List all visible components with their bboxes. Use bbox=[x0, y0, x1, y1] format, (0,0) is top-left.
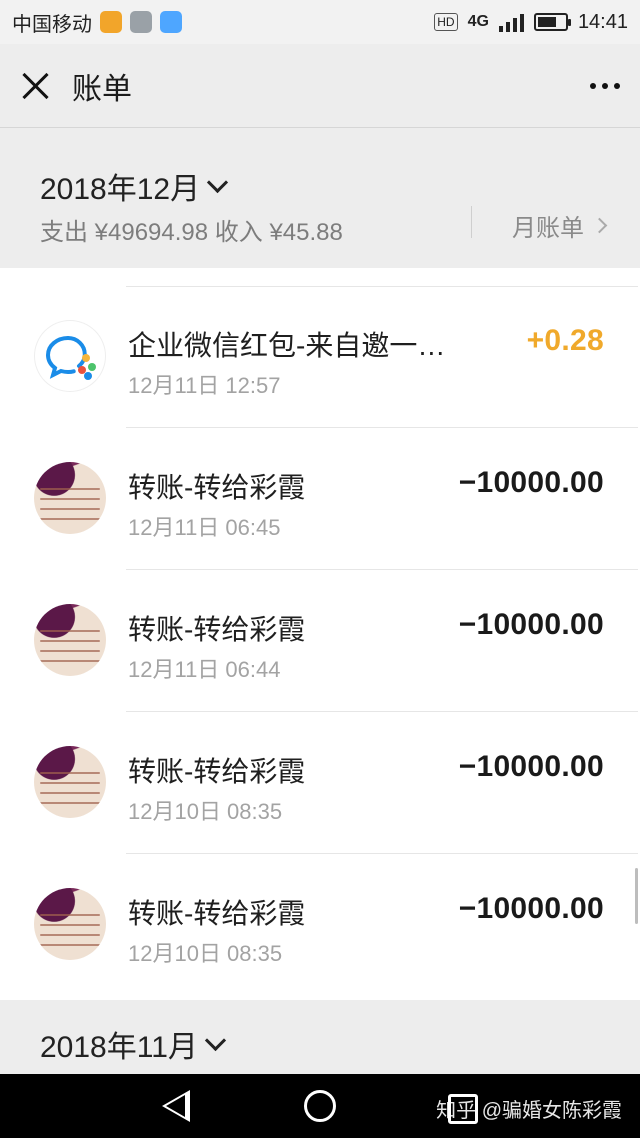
transaction-time: 12月11日 06:44 bbox=[128, 657, 281, 682]
page-title: 账单 bbox=[72, 72, 132, 106]
month-summary: 支出 ¥49694.98 收入 ¥45.88 bbox=[40, 219, 343, 246]
month-header: 2018年12月 支出 ¥49694.98 收入 ¥45.88 月账单 bbox=[0, 128, 640, 268]
transaction-amount: −10000.00 bbox=[458, 892, 604, 925]
hd-indicator: HD bbox=[434, 13, 458, 31]
app-icon bbox=[100, 11, 122, 33]
network-type: 4G bbox=[467, 13, 489, 30]
transaction-title: 转账-转给彩霞 bbox=[128, 898, 306, 929]
system-nav-bar: 知乎 @骗婚女陈彩霞 bbox=[0, 1074, 640, 1138]
scrollbar[interactable] bbox=[635, 868, 638, 924]
monthly-bill-link[interactable]: 月账单 bbox=[512, 208, 608, 243]
signal-icon bbox=[498, 12, 524, 32]
monthly-bill-label: 月账单 bbox=[512, 215, 584, 242]
month-label: 2018年12月 bbox=[40, 173, 201, 206]
clock: 14:41 bbox=[577, 10, 628, 33]
month-header: 2018年11月 bbox=[0, 1000, 640, 1072]
transaction-row[interactable]: 转账-转给彩霞 12月10日 08:35 −10000.00 bbox=[0, 712, 640, 854]
nav-bar: 账单 bbox=[0, 44, 640, 128]
transaction-title: 转账-转给彩霞 bbox=[128, 756, 306, 787]
transaction-title: 转账-转给彩霞 bbox=[128, 614, 306, 645]
photo-avatar bbox=[34, 462, 106, 534]
transaction-time: 12月11日 12:57 bbox=[128, 373, 281, 398]
month-selector[interactable]: 2018年12月 bbox=[40, 164, 229, 208]
wecom-icon bbox=[34, 320, 106, 392]
transaction-row[interactable]: 转账-转给彩霞 12月11日 06:45 −10000.00 bbox=[0, 428, 640, 570]
transaction-time: 12月10日 08:35 bbox=[128, 799, 283, 824]
transaction-time: 12月11日 06:45 bbox=[128, 515, 281, 540]
photo-avatar bbox=[34, 604, 106, 676]
close-icon[interactable] bbox=[20, 71, 50, 101]
transaction-list: 企业微信红包-来自邀一… 12月11日 12:57 +0.28 转账-转给彩霞 … bbox=[0, 268, 640, 1000]
photo-avatar bbox=[34, 746, 106, 818]
transaction-row[interactable]: 转账-转给彩霞 12月11日 06:44 −10000.00 bbox=[0, 570, 640, 712]
transaction-amount: −10000.00 bbox=[458, 750, 604, 783]
chevron-right-icon bbox=[591, 217, 608, 234]
chevron-down-icon bbox=[207, 171, 229, 193]
transaction-amount: −10000.00 bbox=[458, 608, 604, 641]
chevron-down-icon bbox=[204, 1029, 226, 1051]
carrier-label: 中国移动 bbox=[12, 13, 92, 36]
transaction-amount: −10000.00 bbox=[458, 466, 604, 499]
home-icon[interactable] bbox=[304, 1090, 336, 1122]
transaction-time: 12月10日 08:35 bbox=[128, 941, 283, 966]
transaction-row[interactable]: 转账-转给彩霞 12月10日 08:35 −10000.00 bbox=[0, 854, 640, 996]
back-icon[interactable] bbox=[162, 1090, 190, 1122]
more-icon[interactable] bbox=[590, 73, 620, 99]
divider bbox=[471, 206, 472, 238]
month-label: 2018年11月 bbox=[40, 1031, 198, 1064]
status-bar: 中国移动 HD 4G 14:41 bbox=[0, 0, 640, 44]
battery-icon bbox=[533, 13, 571, 31]
month-selector[interactable]: 2018年11月 bbox=[40, 1022, 226, 1066]
wifi-icon bbox=[160, 11, 182, 33]
photo-avatar bbox=[34, 888, 106, 960]
transaction-title: 企业微信红包-来自邀一… bbox=[128, 330, 446, 361]
transaction-title: 转账-转给彩霞 bbox=[128, 472, 306, 503]
transaction-row[interactable]: 企业微信红包-来自邀一… 12月11日 12:57 +0.28 bbox=[0, 286, 640, 428]
transaction-amount: +0.28 bbox=[526, 324, 604, 357]
gallery-icon bbox=[130, 11, 152, 33]
watermark: 知乎 @骗婚女陈彩霞 bbox=[436, 1100, 622, 1122]
